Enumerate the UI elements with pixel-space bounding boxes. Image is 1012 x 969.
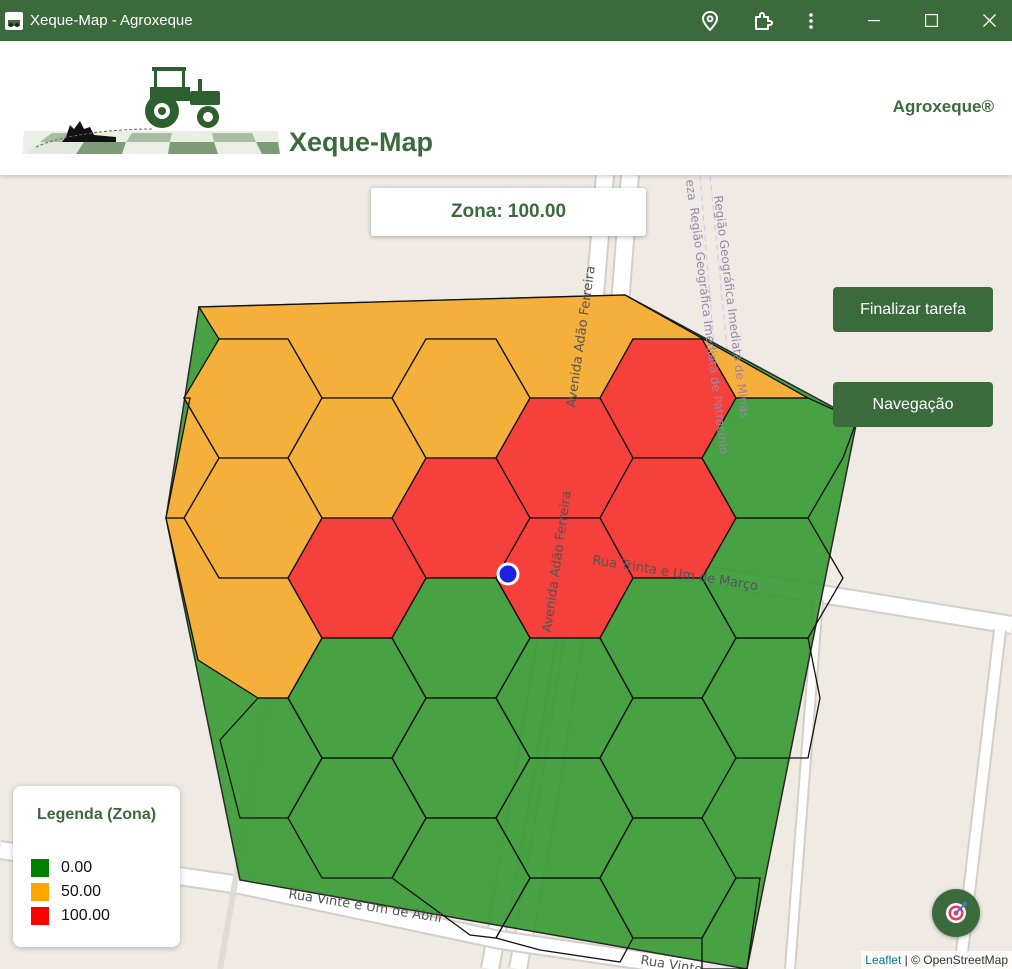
legend-title: Legenda (Zona): [36, 806, 157, 823]
maximize-button[interactable]: [908, 0, 954, 41]
legend-item: 0.00: [31, 858, 92, 878]
legend-swatch-red: [31, 907, 49, 925]
attribution-text: © OpenStreetMap: [911, 953, 1008, 967]
app-name: Xeque-Map: [289, 127, 434, 157]
legend-label: 100.00: [61, 907, 110, 924]
finish-task-button[interactable]: Finalizar tarefa: [833, 287, 993, 332]
legend-item: 50.00: [31, 882, 101, 902]
zona-display: Zona: 100.00: [371, 188, 646, 236]
location-pin-icon[interactable]: [687, 0, 733, 41]
current-position-marker[interactable]: [496, 562, 520, 586]
map-attribution: Leaflet | © OpenStreetMap: [861, 951, 1012, 969]
legend-item: 100.00: [31, 906, 110, 926]
attribution-separator: |: [901, 953, 912, 967]
company-name: Agroxeque®: [892, 97, 994, 116]
legend-label: 0.00: [61, 859, 93, 876]
legend-swatch-green: [31, 859, 49, 877]
extension-icon[interactable]: [740, 0, 786, 41]
region-label: eza: [683, 179, 699, 202]
legend-label: 50.00: [61, 883, 102, 900]
close-button[interactable]: [966, 0, 1012, 41]
target-icon: [946, 902, 967, 923]
minimize-button[interactable]: [851, 0, 897, 41]
leaflet-link[interactable]: Leaflet: [865, 953, 901, 967]
app-icon: [5, 11, 23, 30]
navigation-button[interactable]: Navegação: [833, 382, 993, 427]
more-options-icon[interactable]: [788, 0, 834, 41]
tractor-logo: [22, 67, 280, 154]
window-titlebar: Xeque-Map - Agroxeque: [0, 0, 1012, 41]
locate-target-button[interactable]: [932, 889, 980, 937]
legend-swatch-orange: [31, 883, 49, 901]
map-legend: Legenda (Zona) 0.00 50.00 100.00: [13, 786, 180, 947]
app-header: Xeque-Map Agroxeque®: [0, 41, 1012, 175]
window-title: Xeque-Map - Agroxeque: [30, 12, 193, 29]
